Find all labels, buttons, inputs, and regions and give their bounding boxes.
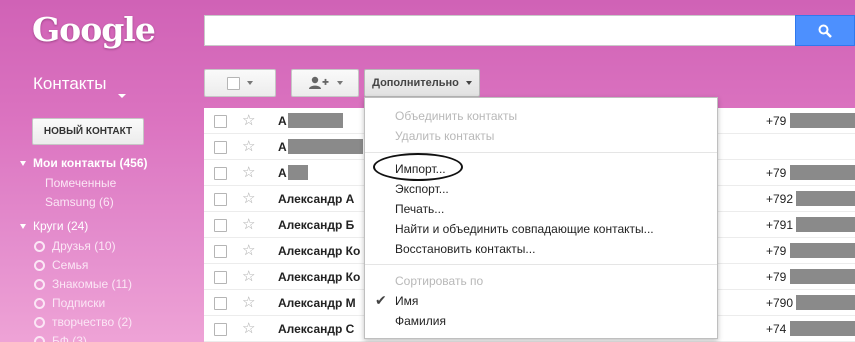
google-logo[interactable]: Google [32, 10, 156, 49]
new-contact-button[interactable]: НОВЫЙ КОНТАКТ [32, 118, 144, 145]
sidebar-item-label: творчество (2) [52, 315, 133, 329]
sidebar-item-label: Семья [52, 258, 89, 272]
contact-phone: +79 [766, 244, 787, 258]
menu-item-find-merge[interactable]: Найти и объединить совпадающие контакты.… [395, 222, 654, 236]
more-button-label: Дополнительно [372, 77, 459, 89]
search-button[interactable] [795, 15, 855, 46]
chevron-down-icon [336, 81, 343, 85]
checkmark-icon: ✔ [375, 292, 387, 308]
contact-name[interactable]: Александр Ко [278, 244, 360, 258]
sidebar-item-label: Круги (24) [33, 219, 89, 233]
menu-item-delete: Удалить контакты [395, 129, 495, 143]
add-to-circle-button[interactable] [291, 69, 359, 97]
search-icon [818, 24, 832, 38]
sidebar-item-label: Подписки [52, 296, 106, 310]
star-icon[interactable]: ☆ [242, 189, 255, 207]
redacted-block [796, 217, 855, 232]
contact-phone: +790 [766, 296, 794, 310]
star-icon[interactable]: ☆ [242, 293, 255, 311]
circle-icon [34, 241, 45, 252]
row-checkbox[interactable] [214, 323, 227, 336]
redacted-block [790, 269, 855, 284]
menu-heading-sort: Сортировать по [395, 274, 484, 288]
search-input[interactable] [204, 15, 795, 46]
menu-item-print[interactable]: Печать... [395, 202, 444, 216]
more-button[interactable]: Дополнительно [364, 69, 480, 97]
menu-item-sort-surname[interactable]: Фамилия [395, 314, 446, 328]
redacted-block [790, 165, 855, 180]
menu-item-export[interactable]: Экспорт... [395, 182, 449, 196]
contact-name[interactable]: А [278, 166, 287, 180]
redacted-block [288, 113, 343, 128]
add-person-icon [308, 76, 328, 89]
circle-icon [34, 279, 45, 290]
star-icon[interactable]: ☆ [242, 163, 255, 181]
star-icon[interactable]: ☆ [242, 137, 255, 155]
contact-name[interactable]: А [278, 140, 287, 154]
chevron-down-icon [247, 81, 253, 85]
row-checkbox[interactable] [214, 193, 227, 206]
menu-divider [365, 264, 717, 265]
app-switcher-caret-icon[interactable] [118, 94, 126, 98]
redacted-block [790, 321, 855, 336]
star-icon[interactable]: ☆ [242, 267, 255, 285]
contact-phone: +79 [766, 114, 787, 128]
redacted-block [796, 295, 855, 310]
row-checkbox[interactable] [214, 219, 227, 232]
sidebar-item-label: БФ (3) [52, 334, 87, 342]
redacted-block [288, 139, 363, 154]
sidebar-item-label: Знакомые (11) [52, 277, 132, 291]
row-checkbox[interactable] [214, 141, 227, 154]
menu-item-sort-name[interactable]: Имя [395, 294, 418, 308]
contact-name[interactable]: Александр М [278, 296, 356, 310]
circle-icon [34, 317, 45, 328]
star-icon[interactable]: ☆ [242, 215, 255, 233]
menu-item-restore[interactable]: Восстановить контакты... [395, 242, 535, 256]
star-icon[interactable]: ☆ [242, 241, 255, 259]
select-all-checkbox[interactable] [227, 76, 240, 90]
contact-name[interactable]: Александр А [278, 192, 354, 206]
circle-icon [34, 298, 45, 309]
row-checkbox[interactable] [214, 297, 227, 310]
contact-name[interactable]: А [278, 114, 287, 128]
redacted-block [796, 191, 855, 206]
redacted-block [790, 243, 855, 258]
contact-phone: +791 [766, 218, 794, 232]
row-checkbox[interactable] [214, 115, 227, 128]
contact-name[interactable]: Александр С [278, 322, 354, 336]
contact-name[interactable]: Александр Ко [278, 270, 360, 284]
star-icon[interactable]: ☆ [242, 319, 255, 337]
sidebar-item-label: Мои контакты (456) [33, 156, 148, 170]
sidebar-item-label: Помеченные [45, 176, 117, 190]
redacted-block [790, 113, 855, 128]
select-all-button[interactable] [204, 69, 276, 97]
circle-icon [34, 336, 45, 342]
more-dropdown-menu: Объединить контакты Удалить контакты Имп… [364, 97, 718, 339]
redacted-block [288, 165, 308, 180]
contact-phone: +792 [766, 192, 794, 206]
row-checkbox[interactable] [214, 271, 227, 284]
menu-item-import[interactable]: Импорт... [395, 162, 446, 176]
chevron-down-icon [465, 81, 472, 85]
sidebar-item-label: Друзья (10) [52, 239, 116, 253]
contact-phone: +74 [766, 322, 787, 336]
contact-phone: +79 [766, 270, 787, 284]
row-checkbox[interactable] [214, 167, 227, 180]
circle-icon [34, 260, 45, 271]
menu-item-merge: Объединить контакты [395, 109, 518, 123]
app-title[interactable]: Контакты [33, 74, 106, 94]
row-checkbox[interactable] [214, 245, 227, 258]
contact-phone: +79 [766, 166, 787, 180]
sidebar-item-label: Samsung (6) [45, 195, 114, 209]
contact-name[interactable]: Александр Б [278, 218, 354, 232]
expand-triangle-icon[interactable] [20, 161, 26, 166]
expand-triangle-icon[interactable] [20, 224, 26, 229]
star-icon[interactable]: ☆ [242, 111, 255, 129]
